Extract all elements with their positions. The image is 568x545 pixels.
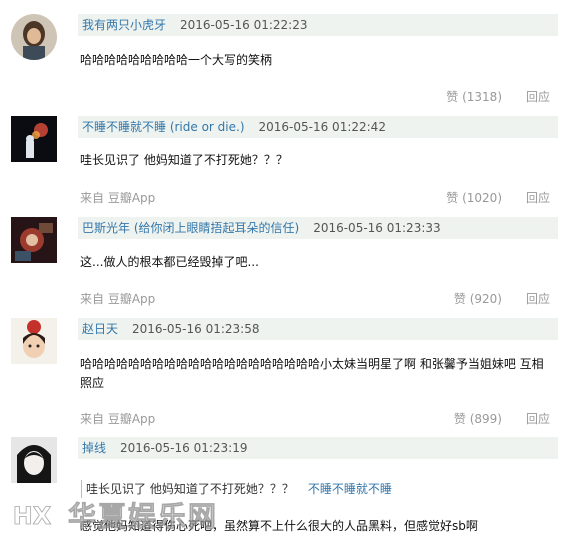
- vote-button[interactable]: 赞 (899): [454, 410, 502, 427]
- avatar[interactable]: [11, 217, 57, 263]
- reply-button[interactable]: 回应: [526, 189, 550, 206]
- source-label: 来自 豆瓣App: [80, 412, 156, 426]
- author-link[interactable]: 不睡不睡就不睡 (ride or die.): [82, 120, 245, 134]
- author-link[interactable]: 掉线: [82, 441, 106, 455]
- vote-button[interactable]: 赞 (1318): [446, 88, 502, 105]
- vote-button[interactable]: 赞 (1020): [446, 189, 502, 206]
- comment-header: 掉线 2016-05-16 01:23:19: [78, 437, 558, 459]
- timestamp: 2016-05-16 01:23:19: [120, 441, 248, 455]
- timestamp: 2016-05-16 01:22:23: [180, 18, 308, 32]
- reply-button[interactable]: 回应: [526, 88, 550, 105]
- timestamp: 2016-05-16 01:23:33: [313, 221, 441, 235]
- comment-header: 我有两只小虎牙 2016-05-16 01:22:23: [78, 14, 558, 36]
- avatar[interactable]: [11, 437, 57, 483]
- comment-header: 不睡不睡就不睡 (ride or die.) 2016-05-16 01:22:4…: [78, 116, 558, 138]
- author-link[interactable]: 巴斯光年 (给你闭上眼睛捂起耳朵的信任): [82, 221, 299, 235]
- avatar[interactable]: [11, 318, 57, 364]
- quote-text: 哇长见识了 他妈知道了不打死她？？？: [86, 482, 294, 496]
- source-label: 来自 豆瓣App: [80, 191, 156, 205]
- quoted-reply: 哇长见识了 他妈知道了不打死她？？？ 不睡不睡就不睡: [81, 480, 550, 498]
- source-label: 来自 豆瓣App: [80, 292, 156, 306]
- author-link[interactable]: 赵日天: [82, 322, 118, 336]
- comment-text: 感觉他妈知道得伤心死吧，虽然算不上什么很大的人品黑料，但感觉好sb啊: [80, 519, 478, 533]
- quote-author-link[interactable]: 不睡不睡就不睡: [308, 482, 392, 496]
- timestamp: 2016-05-16 01:22:42: [258, 120, 386, 134]
- timestamp: 2016-05-16 01:23:58: [132, 322, 260, 336]
- comment-text: 哈哈哈哈哈哈哈哈哈哈哈哈哈哈哈哈哈哈哈哈小太妹当明星了啊 和张馨予当姐妹吧 互相…: [80, 357, 544, 390]
- reply-button[interactable]: 回应: [526, 290, 550, 307]
- author-link[interactable]: 我有两只小虎牙: [82, 18, 166, 32]
- comment-text: 这...做人的根本都已经毁掉了吧...: [80, 255, 259, 269]
- reply-button[interactable]: 回应: [526, 410, 550, 427]
- svg-text:HX: HX: [13, 502, 52, 530]
- comment-header: 巴斯光年 (给你闭上眼睛捂起耳朵的信任) 2016-05-16 01:23:33: [78, 217, 558, 239]
- vote-button[interactable]: 赞 (920): [454, 290, 502, 307]
- comment-text: 哇长见识了 他妈知道了不打死她？？？: [80, 153, 288, 167]
- comment-header: 赵日天 2016-05-16 01:23:58: [78, 318, 558, 340]
- avatar[interactable]: [11, 116, 57, 162]
- comment-text: 哈哈哈哈哈哈哈哈哈一个大写的笑柄: [80, 53, 273, 67]
- avatar[interactable]: [11, 14, 57, 60]
